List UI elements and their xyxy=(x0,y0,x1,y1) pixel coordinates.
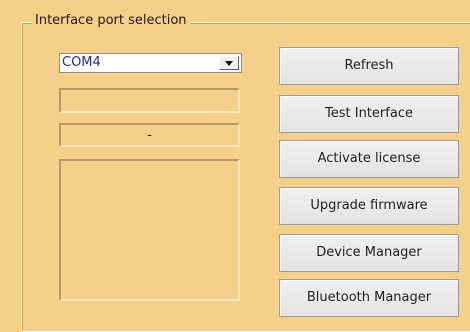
bluetooth-manager-button[interactable]: Bluetooth Manager xyxy=(279,279,459,317)
interface-port-window: Interface port selection COM4 - Refresh … xyxy=(0,0,470,332)
status-field-1 xyxy=(59,88,240,113)
activate-license-button[interactable]: Activate license xyxy=(279,140,459,178)
group-title: Interface port selection xyxy=(32,12,190,30)
port-select-dropdown-button[interactable] xyxy=(219,56,239,70)
status-field-2: - xyxy=(59,123,240,147)
chevron-down-icon xyxy=(225,61,233,66)
device-manager-button[interactable]: Device Manager xyxy=(279,234,459,272)
refresh-button[interactable]: Refresh xyxy=(279,47,459,85)
upgrade-firmware-button[interactable]: Upgrade firmware xyxy=(279,187,459,225)
port-select[interactable]: COM4 xyxy=(59,53,242,73)
device-list-box[interactable] xyxy=(59,159,240,301)
port-select-value: COM4 xyxy=(62,55,101,70)
test-interface-button[interactable]: Test Interface xyxy=(279,95,459,133)
